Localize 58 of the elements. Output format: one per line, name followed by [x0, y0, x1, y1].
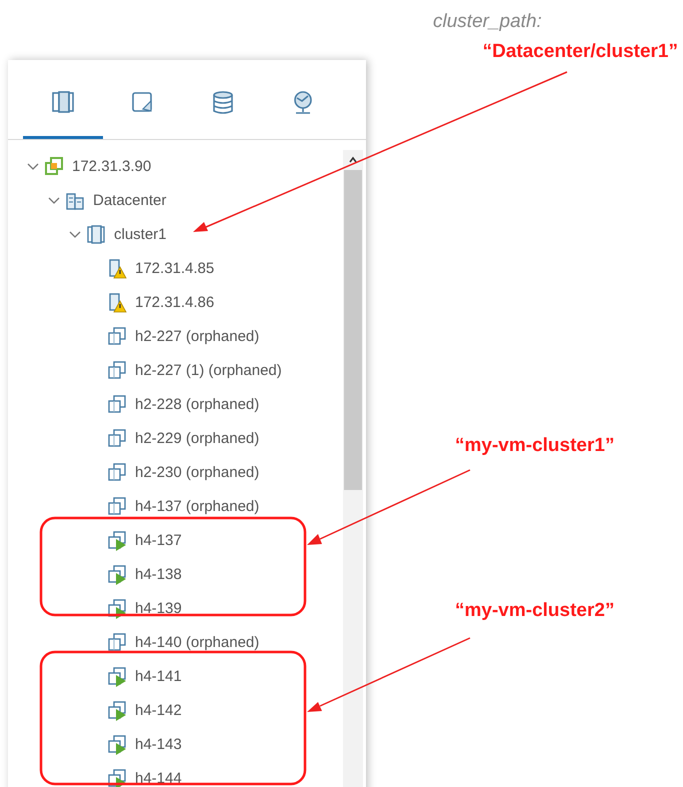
scrollbar-thumb[interactable] [344, 170, 362, 490]
tree-item[interactable]: h4-141 [8, 660, 343, 694]
tree-item[interactable]: Datacenter [8, 184, 343, 218]
vm-running-icon [107, 564, 128, 586]
tree-item[interactable]: h2-230 (orphaned) [8, 456, 343, 490]
annotation-value: “my-vm-cluster2” [455, 599, 614, 623]
tree-item[interactable]: 172.31.3.90 [8, 150, 343, 184]
vcenter-icon [44, 156, 65, 178]
tree-item-label: h2-227 (orphaned) [135, 326, 260, 347]
vm-running-icon [107, 734, 128, 756]
vm-running-icon [107, 530, 128, 552]
scrollbar[interactable] [343, 150, 363, 787]
tree-item-label: 172.31.4.86 [135, 292, 214, 313]
tree-item-label: h4-144 [135, 768, 182, 787]
tree-item[interactable]: h4-140 (orphaned) [8, 626, 343, 660]
annotation-value: “my-vm-cluster1” [455, 434, 614, 458]
tree-item[interactable]: h2-229 (orphaned) [8, 422, 343, 456]
tree-item[interactable]: 172.31.4.85 [8, 252, 343, 286]
tree-item[interactable]: h4-143 [8, 728, 343, 762]
vm-running-icon [107, 598, 128, 620]
tree-item-label: Datacenter [93, 190, 166, 211]
scroll-up-icon[interactable] [348, 156, 358, 164]
tree-item-label: h4-138 [135, 564, 182, 585]
chevron-down-icon[interactable] [48, 197, 60, 205]
tree-item-label: 172.31.4.85 [135, 258, 214, 279]
chevron-down-icon[interactable] [27, 163, 39, 171]
vm-running-icon [107, 700, 128, 722]
tree-item-label: 172.31.3.90 [72, 156, 152, 177]
tree-item-label: cluster1 [114, 224, 167, 245]
tree-item[interactable]: 172.31.4.86 [8, 286, 343, 320]
tree-item-label: h2-228 (orphaned) [135, 394, 260, 415]
tree-item[interactable]: cluster1 [8, 218, 343, 252]
tree-item[interactable]: h4-139 [8, 592, 343, 626]
tree-item-label: h4-139 [135, 598, 182, 619]
tree-item-label: h4-140 (orphaned) [135, 632, 260, 653]
tree-item[interactable]: h2-227 (orphaned) [8, 320, 343, 354]
tree-item-label: h4-143 [135, 734, 182, 755]
chevron-down-icon[interactable] [69, 231, 81, 239]
annotation-key: cluster_path: [433, 8, 542, 36]
tree-item-label: h4-141 [135, 666, 182, 687]
tree-item[interactable]: h4-138 [8, 558, 343, 592]
tree-item[interactable]: h4-137 (orphaned) [8, 490, 343, 524]
tree-item-label: h2-227 (1) (orphaned) [135, 360, 282, 381]
tree-item-label: h2-229 (orphaned) [135, 428, 260, 449]
tree-item[interactable]: h2-228 (orphaned) [8, 388, 343, 422]
cluster-icon [86, 224, 107, 246]
host-warning-icon [107, 292, 128, 314]
tree-item[interactable]: h4-137 [8, 524, 343, 558]
tree-item[interactable]: h2-227 (1) (orphaned) [8, 354, 343, 388]
tree-item-label: h4-142 [135, 700, 182, 721]
tree-item[interactable]: h4-142 [8, 694, 343, 728]
vm-running-icon [107, 666, 128, 688]
tree-item-label: h4-137 [135, 530, 182, 551]
tree-item-label: h4-137 (orphaned) [135, 496, 260, 517]
tree-item-label: h2-230 (orphaned) [135, 462, 260, 483]
tree-item[interactable]: h4-144 [8, 762, 343, 787]
host-warning-icon [107, 258, 128, 280]
annotation-value: “Datacenter/cluster1” [482, 40, 678, 64]
